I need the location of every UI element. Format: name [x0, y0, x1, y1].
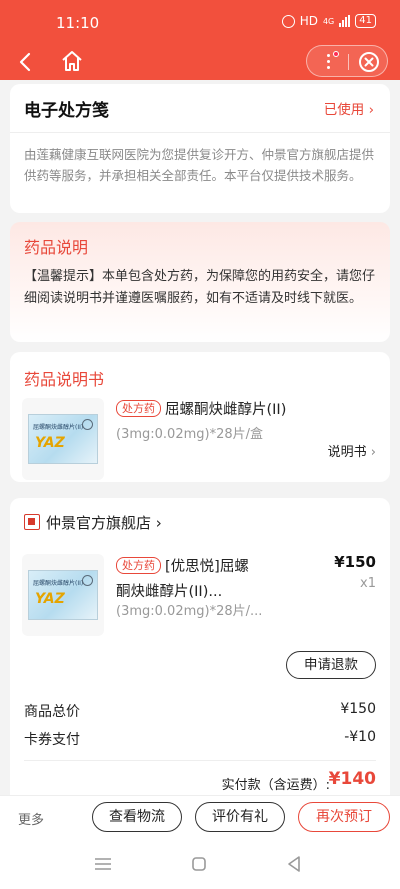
drug-leaflet-title: 药品说明书	[24, 370, 105, 389]
order-item-qty: x1	[360, 576, 376, 591]
order-item-price: ¥150	[334, 553, 376, 571]
order-drug-image[interactable]: 屈螺酮炔雌醇片(II) YAZ	[22, 554, 104, 636]
bottom-action-bar: 更多 查看物流 评价有礼 再次预订	[0, 795, 400, 839]
drug-box-illustration: 屈螺酮炔雌醇片(II) YAZ	[28, 570, 98, 620]
mini-program-capsule	[306, 45, 388, 77]
status-icons: HD 4G 41	[281, 14, 376, 28]
drug-name: 屈螺酮炔雌醇片(II)	[165, 402, 287, 418]
leaflet-drug-info: 处方药 屈螺酮炔雌醇片(II)	[116, 398, 376, 419]
bayer-logo-icon	[82, 575, 93, 586]
alarm-icon	[281, 14, 295, 28]
prescription-title: 电子处方笺	[24, 101, 109, 121]
store-name-link[interactable]: 仲景官方旗舰店 ›	[46, 512, 162, 533]
status-time: 11:10	[56, 14, 100, 32]
status-bar: 11:10 HD 4G 41	[0, 0, 400, 44]
paid-label: 实付款（含运费）:	[221, 778, 330, 793]
drug-notice-title: 药品说明	[24, 238, 89, 257]
drug-notice-tip: 【温馨提示】本单包含处方药，为保障您的用药安全，请您仔细阅读说明书并谨遵医嘱服药…	[24, 269, 376, 306]
bayer-logo-icon	[82, 419, 93, 430]
signal-icon	[339, 15, 351, 27]
back-arrow-icon[interactable]	[14, 50, 38, 74]
more-link[interactable]: 更多	[18, 809, 44, 828]
back-triangle-icon[interactable]	[286, 855, 302, 873]
close-circle-icon[interactable]	[358, 51, 380, 73]
chevron-right-icon: ›	[370, 445, 376, 460]
refund-button[interactable]: 申请退款	[286, 651, 376, 679]
battery-icon: 41	[355, 14, 376, 28]
system-nav-bar	[0, 839, 400, 889]
leaflet-link[interactable]: 说明书 ›	[328, 441, 376, 460]
paid-value: ¥140	[328, 769, 376, 789]
prescription-description: 由莲藕健康互联网医院为您提供复诊开方、仲景官方旗舰店提供供药等服务，并承担相关全…	[24, 147, 375, 183]
prescription-status-link[interactable]: 已使用 ›	[324, 98, 374, 118]
store-order-card: 仲景官方旗舰店 › 屈螺酮炔雌醇片(II) YAZ 处方药 [优思悦]屈螺 酮炔雌…	[10, 498, 390, 798]
drug-box-illustration: 屈螺酮炔雌醇片(II) YAZ	[28, 414, 98, 464]
view-logistics-button[interactable]: 查看物流	[92, 802, 182, 832]
chevron-right-icon: ›	[155, 514, 162, 532]
drug-image[interactable]: 屈螺酮炔雌醇片(II) YAZ	[22, 398, 104, 480]
coupon-label: 卡券支付	[24, 732, 80, 748]
home-square-icon[interactable]	[191, 856, 207, 872]
divider	[24, 760, 376, 761]
drug-notice-card: 药品说明 【温馨提示】本单包含处方药，为保障您的用药安全，请您仔细阅读说明书并谨…	[10, 222, 390, 342]
goods-total-value: ¥150	[340, 701, 376, 717]
review-button[interactable]: 评价有礼	[195, 802, 285, 832]
notification-dot	[333, 51, 339, 57]
drug-leaflet-card: 药品说明书 屈螺酮炔雌醇片(II) YAZ 处方药 屈螺酮炔雌醇片(II) (3m…	[10, 352, 390, 482]
goods-total-label: 商品总价	[24, 704, 80, 720]
nav-bar	[0, 44, 400, 80]
chevron-right-icon: ›	[368, 102, 374, 118]
rx-tag: 处方药	[116, 557, 161, 574]
drug-spec: (3mg:0.02mg)*28片/盒	[116, 427, 263, 442]
capsule-divider	[348, 54, 349, 70]
prescription-card: 电子处方笺 已使用 › 由莲藕健康互联网医院为您提供复诊开方、仲景官方旗舰店提供…	[10, 84, 390, 213]
divider	[10, 132, 390, 133]
store-icon	[24, 514, 40, 530]
network-type: HD	[299, 14, 318, 28]
menu-icon[interactable]	[93, 857, 113, 871]
order-item-spec: (3mg:0.02mg)*28片/...	[116, 604, 263, 619]
coupon-value: -¥10	[344, 729, 376, 745]
signal-type: 4G	[322, 16, 335, 26]
order-item-name[interactable]: 处方药 [优思悦]屈螺 酮炔雌醇片(II)...	[116, 554, 316, 604]
reorder-button[interactable]: 再次预订	[298, 802, 390, 832]
home-icon[interactable]	[60, 49, 84, 73]
rx-tag: 处方药	[116, 400, 161, 417]
